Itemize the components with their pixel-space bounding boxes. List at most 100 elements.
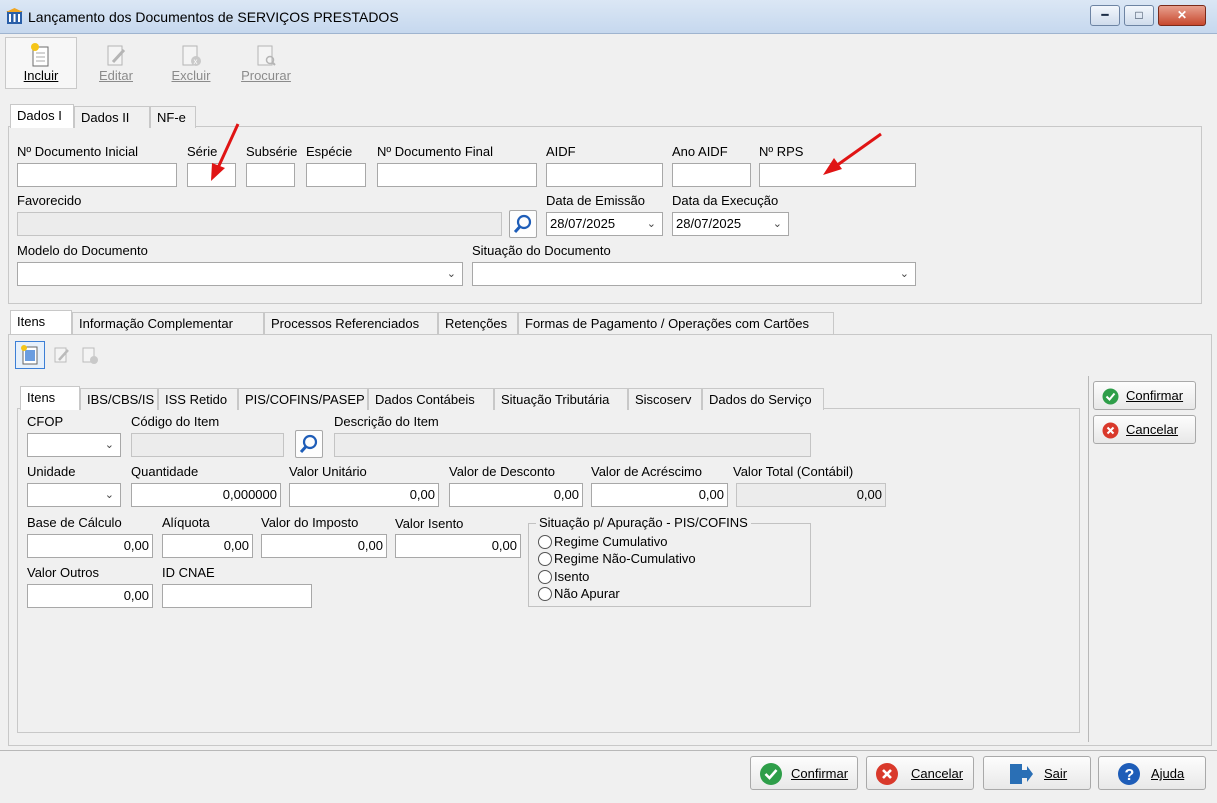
- procurar-button[interactable]: Procurar: [230, 37, 302, 89]
- incluir-label: Incluir: [23, 68, 59, 83]
- modelo-select[interactable]: ⌄: [17, 262, 463, 286]
- label-subserie: Subsérie: [246, 144, 298, 159]
- valor-desconto-input[interactable]: 0,00: [449, 483, 583, 507]
- radio-circle: [538, 587, 552, 601]
- excluir-button[interactable]: x Excluir: [155, 37, 227, 89]
- label-quantidade: Quantidade: [131, 464, 199, 479]
- label-descricao-item: Descrição do Item: [334, 414, 439, 429]
- tab-ibs-cbs-is[interactable]: IBS/CBS/IS: [80, 388, 158, 410]
- sair-button[interactable]: Sair: [983, 756, 1091, 790]
- chevron-down-icon: ⌄: [104, 489, 114, 501]
- chevron-down-icon: ⌄: [646, 218, 656, 230]
- radio-label: Regime Cumulativo: [554, 534, 668, 549]
- help-icon: ?: [1118, 763, 1140, 785]
- item-edit-icon[interactable]: [52, 345, 72, 365]
- label-valor-unitario: Valor Unitário: [289, 464, 367, 479]
- doc-inicial-input[interactable]: [17, 163, 177, 187]
- favorecido-search-button[interactable]: [509, 210, 537, 238]
- tab-dados-contabeis[interactable]: Dados Contábeis: [368, 388, 494, 410]
- tab-itens[interactable]: Itens: [10, 310, 72, 334]
- codigo-item-search-button[interactable]: [295, 430, 323, 458]
- search-icon: [299, 434, 318, 454]
- new-document-icon: [31, 43, 49, 67]
- procurar-label: Procurar: [241, 68, 291, 83]
- maximize-button[interactable]: □: [1124, 5, 1154, 26]
- ajuda-button[interactable]: ? Ajuda: [1098, 756, 1206, 790]
- label-valor-isento: Valor Isento: [395, 516, 464, 531]
- tab-processos-referenciados[interactable]: Processos Referenciados: [264, 312, 438, 334]
- doc-final-input[interactable]: [377, 163, 537, 187]
- cfop-select[interactable]: ⌄: [27, 433, 121, 457]
- item-add-button[interactable]: [15, 341, 45, 369]
- label-valor-acrescimo: Valor de Acréscimo: [591, 464, 703, 479]
- tab-dados-ii[interactable]: Dados II: [74, 106, 150, 128]
- tab-nfe[interactable]: NF-e: [150, 106, 196, 128]
- app-icon: [6, 8, 23, 24]
- label-data-emissao: Data de Emissão: [546, 193, 645, 208]
- tab-iss-retido[interactable]: ISS Retido: [158, 388, 238, 410]
- tab-siscoserv[interactable]: Siscoserv: [628, 388, 702, 410]
- tab-item-itens[interactable]: Itens: [20, 386, 80, 410]
- aidf-input[interactable]: [546, 163, 663, 187]
- item-delete-icon[interactable]: [80, 345, 100, 365]
- chevron-down-icon: ⌄: [104, 439, 114, 451]
- valor-isento-input[interactable]: 0,00: [395, 534, 521, 558]
- label-ano-aidf: Ano AIDF: [672, 144, 728, 159]
- tab-retencoes[interactable]: Retenções: [438, 312, 518, 334]
- label-data-execucao: Data da Execução: [672, 193, 779, 208]
- apuracao-title: Situação p/ Apuração - PIS/COFINS: [536, 515, 751, 530]
- item-cancelar-label: Cancelar: [1126, 422, 1179, 437]
- tab-pis-cofins-pasep[interactable]: PIS/COFINS/PASEP: [238, 388, 368, 410]
- confirmar-button[interactable]: Confirmar: [750, 756, 858, 790]
- minimize-button[interactable]: ━: [1090, 5, 1120, 26]
- data-execucao-picker[interactable]: 28/07/2025 ⌄: [672, 212, 789, 236]
- tab-dados-i[interactable]: Dados I: [10, 104, 74, 128]
- item-cancelar-button[interactable]: Cancelar: [1093, 415, 1196, 444]
- data-emissao-picker[interactable]: 28/07/2025 ⌄: [546, 212, 663, 236]
- delete-document-icon: x: [182, 45, 201, 66]
- label-cfop: CFOP: [27, 414, 64, 429]
- valor-total-input[interactable]: 0,00: [736, 483, 886, 507]
- label-valor-outros: Valor Outros: [27, 565, 100, 580]
- valor-acrescimo-input[interactable]: 0,00: [591, 483, 728, 507]
- editar-button[interactable]: Editar: [80, 37, 152, 89]
- new-item-icon: [21, 345, 38, 365]
- radio-circle: [538, 552, 552, 566]
- close-button[interactable]: ✕: [1158, 5, 1206, 26]
- unidade-select[interactable]: ⌄: [27, 483, 121, 507]
- edit-document-icon: [107, 45, 126, 66]
- label-situacao: Situação do Documento: [472, 243, 611, 258]
- base-calculo-input[interactable]: 0,00: [27, 534, 153, 558]
- codigo-item-input[interactable]: [131, 433, 284, 457]
- id-cnae-input[interactable]: [162, 584, 312, 608]
- incluir-button[interactable]: Incluir: [5, 37, 77, 89]
- check-icon: [760, 763, 782, 785]
- descricao-item-input[interactable]: [334, 433, 811, 457]
- tab-situacao-tributaria[interactable]: Situação Tributária: [494, 388, 628, 410]
- label-valor-desconto: Valor de Desconto: [449, 464, 555, 479]
- cancelar-button[interactable]: Cancelar: [866, 756, 974, 790]
- tab-formas-pagamento[interactable]: Formas de Pagamento / Operações com Cart…: [518, 312, 834, 334]
- tab-informacao-complementar[interactable]: Informação Complementar: [72, 312, 264, 334]
- label-id-cnae: ID CNAE: [162, 565, 215, 580]
- valor-unitario-input[interactable]: 0,00: [289, 483, 439, 507]
- label-base-calculo: Base de Cálculo: [27, 515, 122, 530]
- quantidade-input[interactable]: 0,000000: [131, 483, 281, 507]
- favorecido-input[interactable]: [17, 212, 502, 236]
- minimize-icon: ━: [1101, 8, 1109, 22]
- ano-aidf-input[interactable]: [672, 163, 751, 187]
- situacao-select[interactable]: ⌄: [472, 262, 916, 286]
- tab-dados-servico[interactable]: Dados do Serviço: [702, 388, 824, 410]
- item-confirmar-button[interactable]: Confirmar: [1093, 381, 1196, 410]
- editar-label: Editar: [99, 68, 133, 83]
- label-doc-final: Nº Documento Final: [377, 144, 494, 159]
- subserie-input[interactable]: [246, 163, 295, 187]
- especie-input[interactable]: [306, 163, 366, 187]
- confirmar-label: Confirmar: [791, 766, 849, 781]
- valor-outros-input[interactable]: 0,00: [27, 584, 153, 608]
- radio-label: Isento: [554, 569, 590, 584]
- label-modelo: Modelo do Documento: [17, 243, 148, 258]
- excluir-label: Excluir: [171, 68, 211, 83]
- valor-imposto-input[interactable]: 0,00: [261, 534, 387, 558]
- aliquota-input[interactable]: 0,00: [162, 534, 253, 558]
